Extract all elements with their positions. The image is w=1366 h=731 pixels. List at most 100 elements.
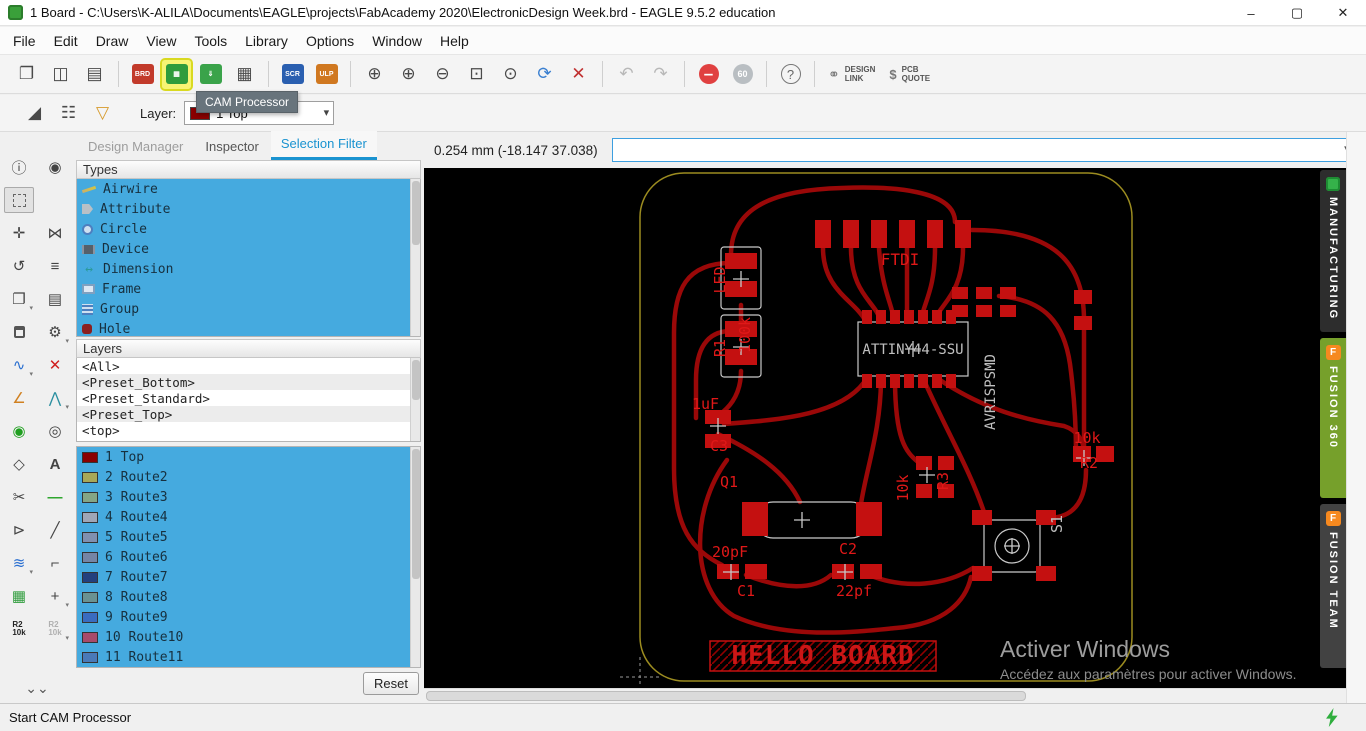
layer-row[interactable]: 10 Route10: [77, 627, 420, 647]
zoom-redraw-icon[interactable]: ⊙: [496, 60, 525, 89]
open-file-icon[interactable]: ❐: [12, 60, 41, 89]
rotate-button[interactable]: ↺: [4, 253, 34, 279]
run-ulp-icon[interactable]: ULP: [312, 60, 341, 89]
layers-list[interactable]: 1 Top 2 Route2 3 Route3 4 Route4 5 Route…: [76, 446, 421, 668]
cam-export-icon[interactable]: ⇓: [196, 60, 225, 89]
menu-tools[interactable]: Tools: [185, 29, 236, 53]
ripup-button[interactable]: ✕: [40, 352, 70, 378]
zoom-in-icon[interactable]: ⊕: [394, 60, 423, 89]
type-row-dimension[interactable]: ↔ Dimension: [77, 259, 420, 279]
board-canvas[interactable]: LED R1 100k FTDI ATTINY44-SSU AVRISPSMD …: [424, 168, 1346, 688]
cut-button[interactable]: ✂: [4, 484, 34, 510]
redo-icon[interactable]: ↷: [646, 60, 675, 89]
info-button[interactable]: ⓘ: [4, 154, 34, 180]
filter-funnel-icon[interactable]: ▽: [88, 99, 117, 128]
group-button[interactable]: ≡: [40, 253, 70, 279]
wire-button[interactable]: —: [40, 484, 70, 510]
library-manager-icon[interactable]: ▦: [230, 60, 259, 89]
type-row-group[interactable]: Group: [77, 299, 420, 319]
layer-row[interactable]: 1 Top: [77, 447, 420, 467]
preset-row[interactable]: <All>: [77, 358, 420, 374]
mirror-style-icon[interactable]: ◢: [20, 99, 49, 128]
run-script-icon[interactable]: SCR: [278, 60, 307, 89]
smash-button[interactable]: R2 10k ▾: [40, 616, 70, 643]
go-job-icon[interactable]: 60: [728, 60, 757, 89]
menu-edit[interactable]: Edit: [45, 29, 87, 53]
split-button[interactable]: ⋀ ▾: [40, 385, 70, 411]
types-scrollbar[interactable]: [410, 179, 420, 336]
reset-button[interactable]: Reset: [363, 672, 419, 695]
layer-row[interactable]: 9 Route9: [77, 607, 420, 627]
menu-library[interactable]: Library: [236, 29, 297, 53]
arc-button[interactable]: ⌐: [40, 550, 70, 576]
chevron-down-icon[interactable]: ▾: [324, 106, 330, 119]
meander-button[interactable]: ≋ ▾: [4, 550, 34, 576]
preset-row[interactable]: <Preset_Bottom>: [77, 374, 420, 390]
tab-inspector[interactable]: Inspector: [195, 134, 268, 160]
dimension-button[interactable]: ╱: [40, 517, 70, 543]
mark-button[interactable]: [40, 187, 70, 213]
close-button[interactable]: ✕: [1320, 0, 1366, 26]
menu-draw[interactable]: Draw: [87, 29, 138, 53]
board-schematic-icon[interactable]: BRD: [128, 60, 157, 89]
presets-scrollbar[interactable]: [410, 358, 420, 441]
value-button[interactable]: R2 10k: [4, 616, 34, 642]
type-row-frame[interactable]: Frame: [77, 279, 420, 299]
origin-button[interactable]: + ▾: [40, 583, 70, 610]
tab-selection-filter[interactable]: Selection Filter: [270, 131, 377, 160]
type-row-device[interactable]: Device: [77, 239, 420, 259]
layer-row[interactable]: 5 Route5: [77, 527, 420, 547]
tab-fusion-360[interactable]: F FUSION 360: [1320, 338, 1346, 498]
circle-button[interactable]: ◎: [40, 418, 70, 444]
array-button[interactable]: ▦: [4, 583, 34, 609]
show-button[interactable]: ◉: [40, 154, 70, 180]
preset-row[interactable]: <Preset_Top>: [77, 406, 420, 422]
type-row-attribute[interactable]: Attribute: [77, 199, 420, 219]
label-button[interactable]: ⊳: [4, 517, 34, 543]
help-icon[interactable]: ?: [776, 60, 805, 89]
layer-row[interactable]: 6 Route6: [77, 547, 420, 567]
minimize-button[interactable]: –: [1228, 0, 1274, 26]
move-button[interactable]: ✛: [4, 220, 34, 246]
miter-button[interactable]: ∠: [4, 385, 34, 411]
expand-palette-button[interactable]: ⌄⌄: [0, 680, 74, 697]
horizontal-scroll-thumb[interactable]: [426, 691, 1026, 701]
tab-fusion-team[interactable]: F FUSION TEAM: [1320, 504, 1346, 668]
canvas-vertical-scrollbar[interactable]: [1346, 132, 1366, 703]
design-link-button[interactable]: ⚭ DESIGN LINK: [828, 65, 875, 83]
delete-button[interactable]: [4, 319, 34, 345]
pcb-quote-button[interactable]: $ PCB QUOTE: [889, 65, 930, 83]
refresh-icon[interactable]: ⟳: [530, 60, 559, 89]
polygon-button[interactable]: ◇: [4, 451, 34, 477]
stop-command-icon[interactable]: ✕: [564, 60, 593, 89]
type-row-hole[interactable]: Hole: [77, 319, 420, 336]
copy-button[interactable]: ❐ ▾: [4, 286, 34, 312]
type-row-airwire[interactable]: Airwire: [77, 179, 420, 199]
menu-file[interactable]: File: [4, 29, 45, 53]
types-list[interactable]: Airwire Attribute Circle Device ↔ Dimensi…: [76, 179, 421, 337]
text-button[interactable]: A: [40, 451, 70, 477]
mirror-button[interactable]: ⋈: [40, 220, 70, 246]
change-button[interactable]: ⚙ ▾: [40, 319, 70, 345]
layer-row[interactable]: 3 Route3: [77, 487, 420, 507]
paste-button[interactable]: ▤: [40, 286, 70, 312]
layer-row[interactable]: 4 Route4: [77, 507, 420, 527]
layer-presets-list[interactable]: <All> <Preset_Bottom> <Preset_Standard> …: [76, 358, 421, 442]
menu-window[interactable]: Window: [363, 29, 431, 53]
save-icon[interactable]: ◫: [46, 60, 75, 89]
tab-design-manager[interactable]: Design Manager: [78, 134, 193, 160]
maximize-button[interactable]: ▢: [1274, 0, 1320, 26]
print-icon[interactable]: ▤: [80, 60, 109, 89]
type-row-circle[interactable]: Circle: [77, 219, 420, 239]
zoom-fit-icon[interactable]: ⊕: [360, 60, 389, 89]
canvas-horizontal-scrollbar[interactable]: [424, 688, 1346, 703]
select-button[interactable]: [4, 187, 34, 213]
stop-job-icon[interactable]: –: [694, 60, 723, 89]
zoom-out-icon[interactable]: ⊖: [428, 60, 457, 89]
menu-options[interactable]: Options: [297, 29, 363, 53]
lightning-bolt-icon[interactable]: [1326, 708, 1338, 727]
layer-row[interactable]: 8 Route8: [77, 587, 420, 607]
cam-processor-button[interactable]: ▦: [160, 57, 193, 91]
preset-row[interactable]: <Preset_Standard>: [77, 390, 420, 406]
layer-row[interactable]: 11 Route11: [77, 647, 420, 667]
